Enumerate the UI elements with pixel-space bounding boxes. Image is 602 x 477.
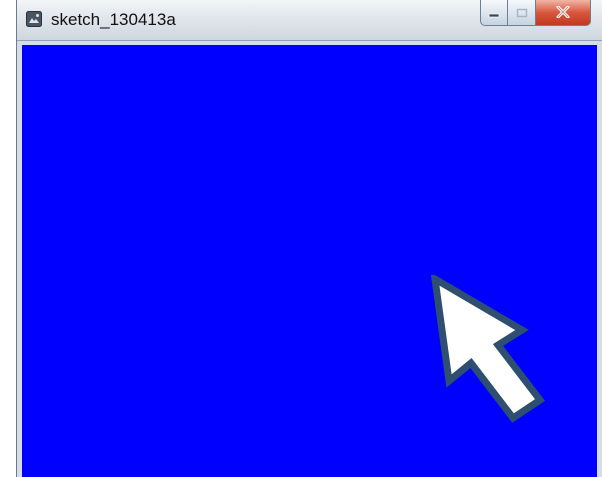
sketch-canvas[interactable] (22, 45, 597, 477)
minimize-icon (488, 3, 500, 22)
minimize-button[interactable] (480, 0, 508, 26)
arrow-pointer-icon (427, 272, 557, 464)
window-title: sketch_130413a (51, 10, 176, 29)
close-icon (556, 3, 570, 22)
processing-sketch-icon (26, 11, 42, 27)
caption-buttons (480, 0, 591, 26)
sketch-window: sketch_130413a (16, 0, 602, 477)
maximize-button[interactable] (508, 0, 536, 26)
title-bar[interactable]: sketch_130413a (17, 0, 602, 41)
close-button[interactable] (536, 0, 591, 26)
maximize-icon (516, 3, 528, 22)
